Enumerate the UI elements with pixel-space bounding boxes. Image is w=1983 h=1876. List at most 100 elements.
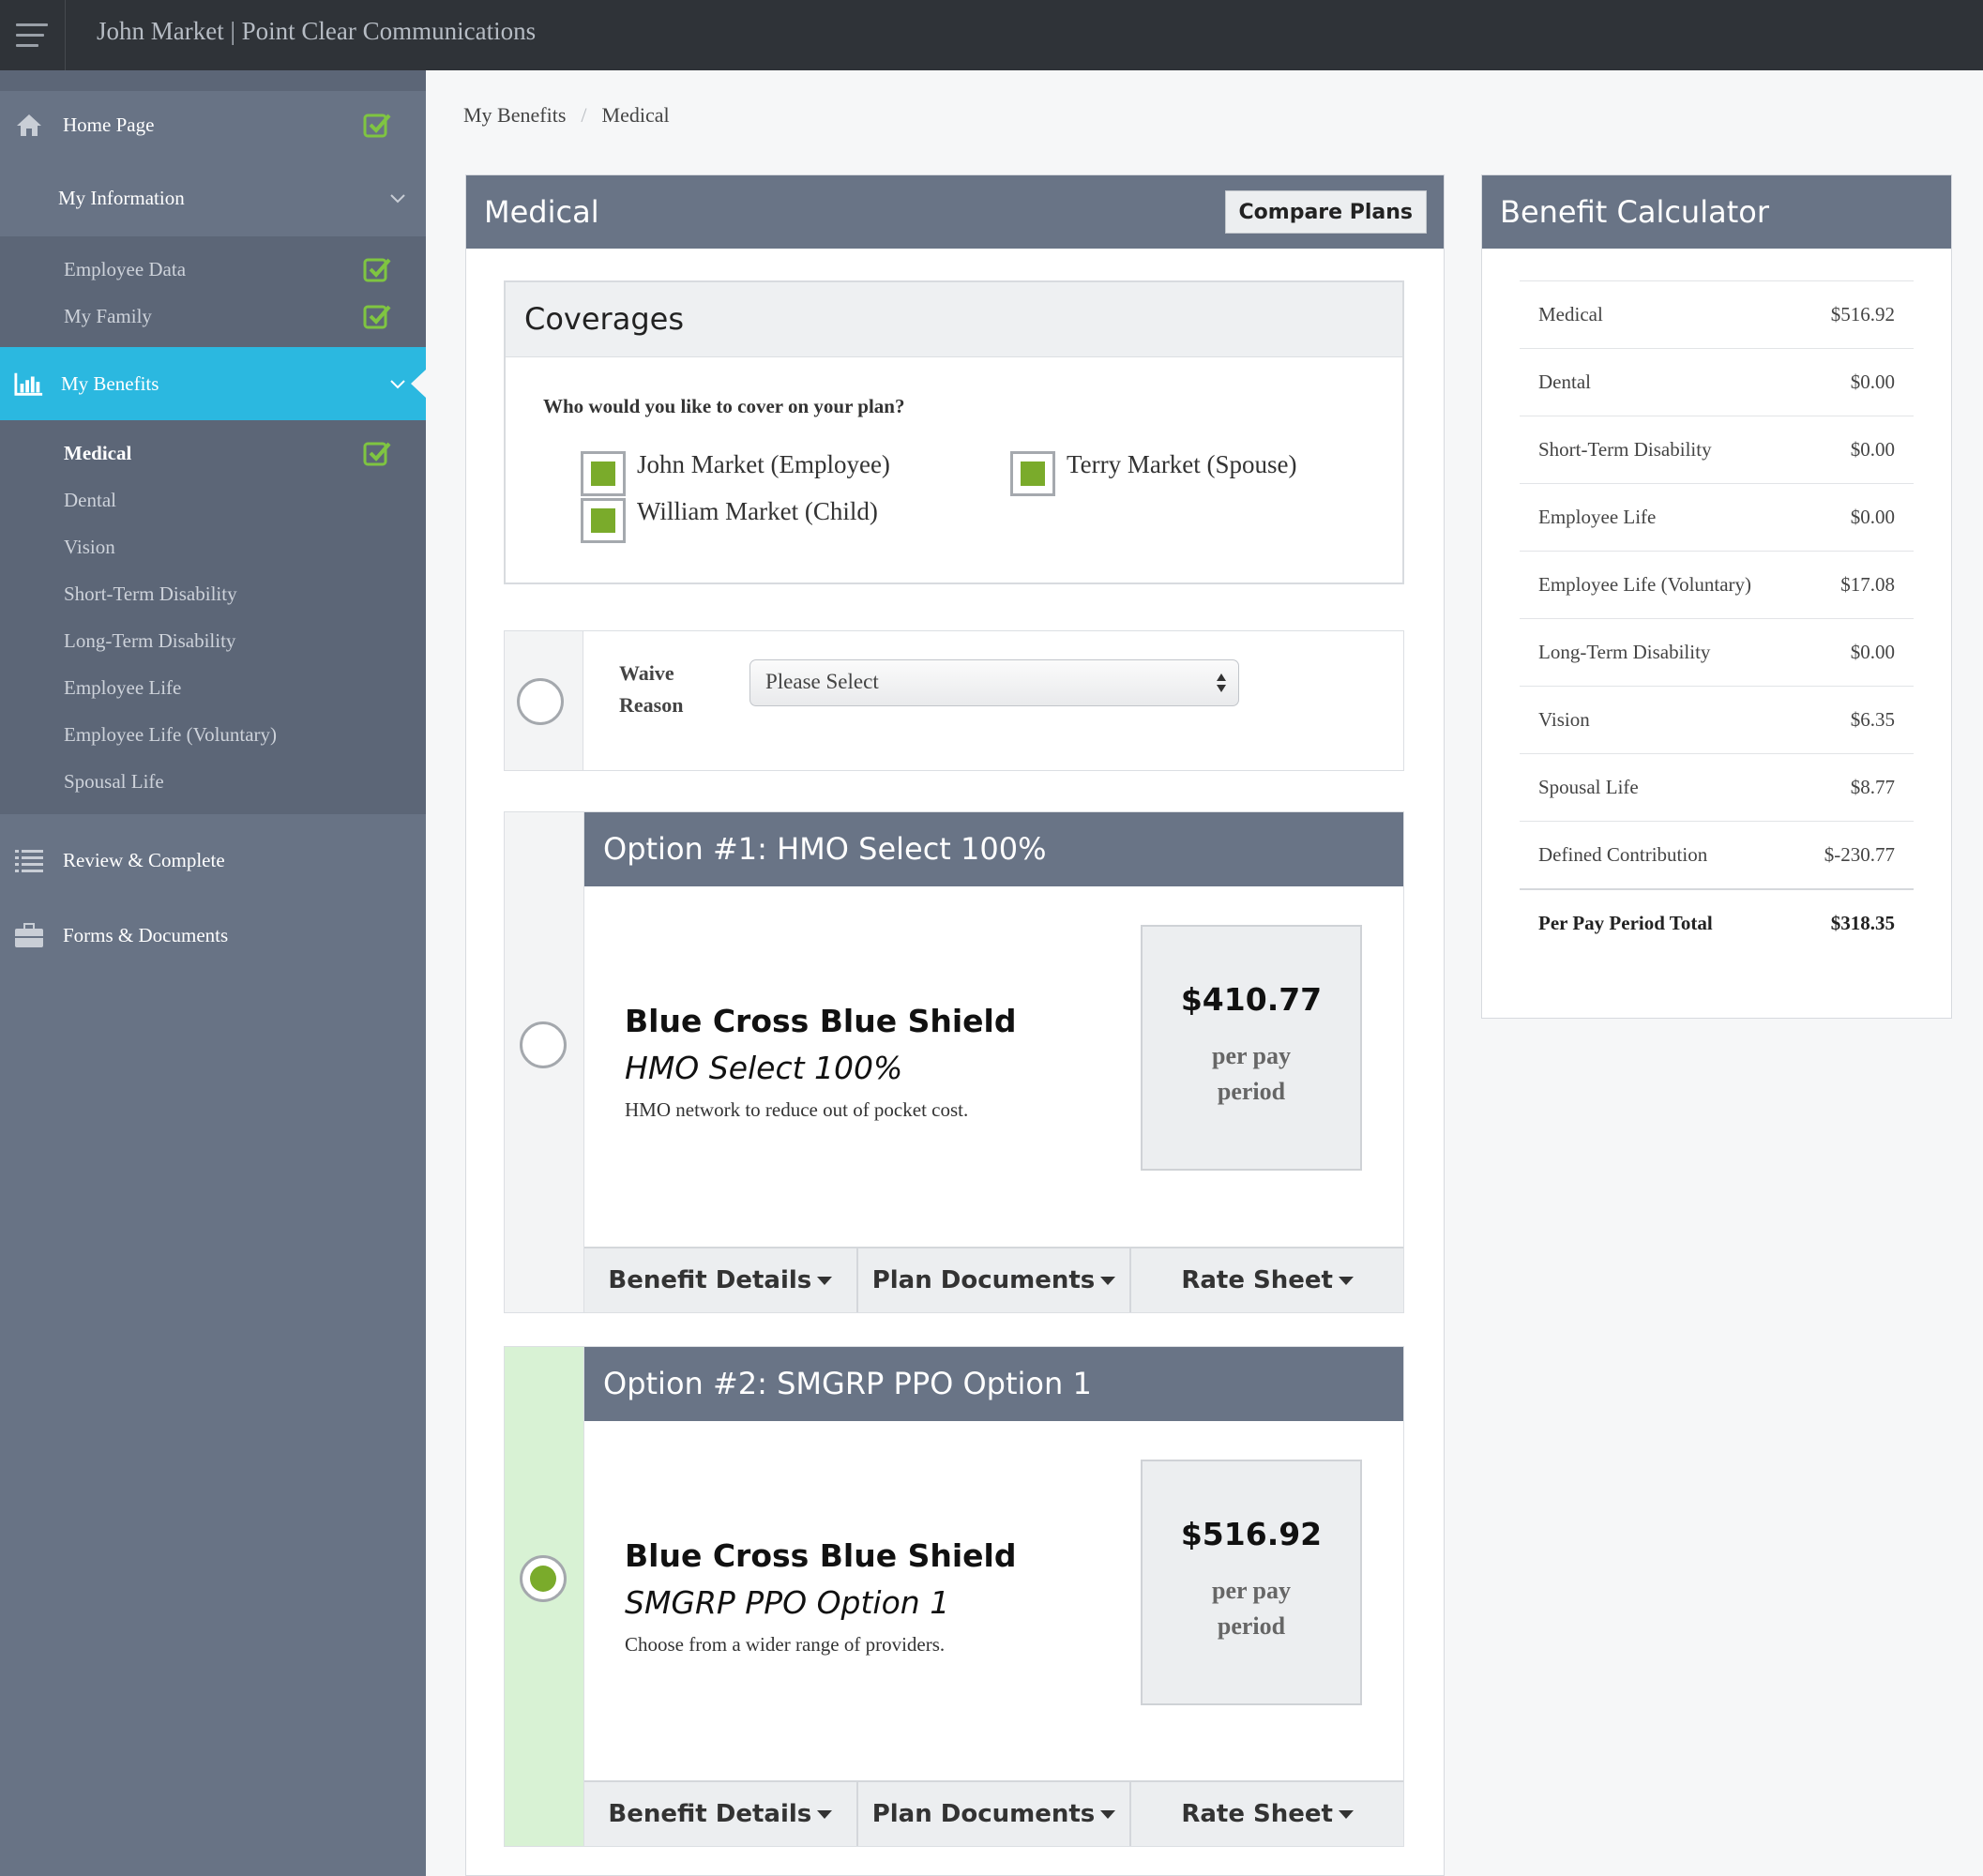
calc-total-row: Per Pay Period Total $318.35 bbox=[1520, 888, 1914, 956]
price-unit: per pay period bbox=[1211, 1042, 1292, 1105]
member-employee[interactable]: John Market (Employee) bbox=[581, 450, 890, 496]
calc-row: Employee Life $0.00 bbox=[1520, 483, 1914, 551]
breadcrumb-separator: / bbox=[581, 103, 587, 127]
rate-sheet-label: Rate Sheet bbox=[1181, 1800, 1333, 1828]
rate-sheet-label: Rate Sheet bbox=[1181, 1266, 1333, 1294]
chevron-down-icon bbox=[390, 380, 405, 389]
nav-forms-label: Forms & Documents bbox=[63, 923, 229, 946]
breadcrumb-medical: Medical bbox=[601, 103, 670, 127]
nav-long-term-disability[interactable]: Long-Term Disability bbox=[0, 617, 426, 664]
nav-dental[interactable]: Dental bbox=[0, 477, 426, 523]
member-child[interactable]: William Market (Child) bbox=[581, 497, 878, 543]
calc-row: Spousal Life $8.77 bbox=[1520, 753, 1914, 821]
nav-my-information[interactable]: My Information bbox=[0, 161, 426, 234]
coverage-question: Who would you like to cover on your plan… bbox=[543, 395, 905, 417]
medical-panel-header: Medical Compare Plans bbox=[466, 175, 1444, 249]
rate-sheet-button[interactable]: Rate Sheet bbox=[1131, 1248, 1403, 1312]
calc-value: $516.92 bbox=[1830, 303, 1895, 325]
plan-option-2: Option #2: SMGRP PPO Option 1 Blue Cross… bbox=[504, 1346, 1404, 1847]
home-icon bbox=[14, 110, 44, 140]
plan-documents-label: Plan Documents bbox=[871, 1266, 1096, 1294]
plan-documents-button[interactable]: Plan Documents bbox=[858, 1248, 1132, 1312]
calc-row: Dental $0.00 bbox=[1520, 348, 1914, 416]
plan-option-body: Option #2: SMGRP PPO Option 1 Blue Cross… bbox=[583, 1347, 1403, 1846]
nav-spousal-life[interactable]: Spousal Life bbox=[0, 758, 426, 805]
calc-total-value: $318.35 bbox=[1830, 912, 1895, 934]
waive-reason-label: Waive Reason bbox=[619, 661, 684, 717]
checkmark-icon bbox=[363, 442, 391, 466]
caret-down-icon bbox=[817, 1276, 833, 1285]
member-checkbox[interactable] bbox=[581, 451, 626, 496]
plan-option-radio[interactable] bbox=[520, 1555, 567, 1602]
list-icon bbox=[14, 845, 44, 875]
price-amount: $410.77 bbox=[1180, 981, 1323, 1018]
nav-medical-label: Medical bbox=[64, 441, 132, 464]
nav-home-page[interactable]: Home Page bbox=[0, 88, 426, 161]
nav-medical[interactable]: Medical bbox=[0, 430, 426, 477]
nav-forms-documents[interactable]: Forms & Documents bbox=[0, 899, 426, 972]
calc-label: Long-Term Disability bbox=[1538, 641, 1711, 663]
waive-reason-select[interactable]: Please Select bbox=[749, 659, 1239, 706]
plan-option-body: Option #1: HMO Select 100% Blue Cross Bl… bbox=[583, 812, 1403, 1312]
top-bar: John Market | Point Clear Communications bbox=[0, 0, 1983, 70]
nav-employee-data[interactable]: Employee Data bbox=[0, 246, 426, 293]
hamburger-menu-icon[interactable] bbox=[0, 0, 66, 70]
option-header: Option #2: SMGRP PPO Option 1 bbox=[584, 1347, 1403, 1421]
calc-label: Employee Life bbox=[1538, 506, 1657, 528]
nav-short-term-disability-label: Short-Term Disability bbox=[64, 582, 237, 605]
caret-down-icon bbox=[1338, 1809, 1354, 1819]
calc-row: Long-Term Disability $0.00 bbox=[1520, 618, 1914, 686]
calculator-header: Benefit Calculator bbox=[1482, 175, 1951, 249]
member-checkbox[interactable] bbox=[1010, 451, 1055, 496]
waive-radio[interactable] bbox=[517, 678, 564, 725]
radio-selected-dot bbox=[530, 1566, 556, 1592]
plan-description: Choose from a wider range of providers. bbox=[625, 1633, 946, 1656]
carrier-name: Blue Cross Blue Shield bbox=[625, 1537, 1017, 1574]
benefit-details-label: Benefit Details bbox=[608, 1266, 812, 1294]
price-box: $410.77 per pay period bbox=[1141, 925, 1362, 1171]
benefit-details-button[interactable]: Benefit Details bbox=[584, 1782, 858, 1846]
nav-employee-life-voluntary[interactable]: Employee Life (Voluntary) bbox=[0, 711, 426, 758]
calc-value: $0.00 bbox=[1850, 438, 1895, 461]
select-arrows-icon bbox=[1217, 673, 1226, 692]
calc-label: Short-Term Disability bbox=[1538, 438, 1712, 461]
plan-option-1: Option #1: HMO Select 100% Blue Cross Bl… bbox=[504, 811, 1404, 1313]
nav-spousal-life-label: Spousal Life bbox=[64, 769, 164, 793]
nav-my-benefits-label: My Benefits bbox=[61, 371, 159, 395]
calc-row: Short-Term Disability $0.00 bbox=[1520, 416, 1914, 483]
checkmark-icon bbox=[363, 258, 391, 282]
price-amount: $516.92 bbox=[1180, 1516, 1323, 1552]
benefit-details-button[interactable]: Benefit Details bbox=[584, 1248, 858, 1312]
calc-value: $-230.77 bbox=[1824, 843, 1895, 866]
nav-employee-life-label: Employee Life bbox=[64, 675, 182, 699]
caret-down-icon bbox=[1338, 1276, 1354, 1285]
nav-my-benefits[interactable]: My Benefits bbox=[0, 347, 426, 420]
coverages-box: Coverages Who would you like to cover on… bbox=[504, 280, 1404, 584]
plan-documents-label: Plan Documents bbox=[871, 1800, 1096, 1828]
compare-plans-button[interactable]: Compare Plans bbox=[1224, 190, 1427, 234]
calc-row: Medical $516.92 bbox=[1520, 280, 1914, 348]
rate-sheet-button[interactable]: Rate Sheet bbox=[1131, 1782, 1403, 1846]
plan-name: SMGRP PPO Option 1 bbox=[625, 1584, 950, 1621]
nav-my-family-label: My Family bbox=[64, 304, 152, 327]
nav-review-label: Review & Complete bbox=[63, 848, 225, 871]
plan-option-radio[interactable] bbox=[520, 1021, 567, 1068]
calculator-table: Medical $516.92 Dental $0.00 Short-Term Di… bbox=[1520, 280, 1914, 956]
nav-vision[interactable]: Vision bbox=[0, 523, 426, 570]
nav-review-complete[interactable]: Review & Complete bbox=[0, 824, 426, 897]
breadcrumb-my-benefits[interactable]: My Benefits bbox=[463, 103, 566, 128]
caret-down-icon bbox=[1100, 1276, 1116, 1285]
nav-long-term-disability-label: Long-Term Disability bbox=[64, 628, 236, 652]
nav-my-family[interactable]: My Family bbox=[0, 293, 426, 340]
calc-value: $8.77 bbox=[1850, 776, 1895, 798]
plan-documents-button[interactable]: Plan Documents bbox=[858, 1782, 1132, 1846]
member-checkbox[interactable] bbox=[581, 498, 626, 543]
calc-value: $0.00 bbox=[1850, 371, 1895, 393]
nav-short-term-disability[interactable]: Short-Term Disability bbox=[0, 570, 426, 617]
medical-panel-title: Medical bbox=[484, 194, 599, 230]
member-spouse[interactable]: Terry Market (Spouse) bbox=[1010, 449, 1297, 496]
coverages-title: Coverages bbox=[506, 282, 1402, 357]
member-name: Terry Market (Spouse) bbox=[1067, 449, 1297, 478]
nav-employee-life[interactable]: Employee Life bbox=[0, 664, 426, 711]
caret-down-icon bbox=[1100, 1809, 1116, 1819]
